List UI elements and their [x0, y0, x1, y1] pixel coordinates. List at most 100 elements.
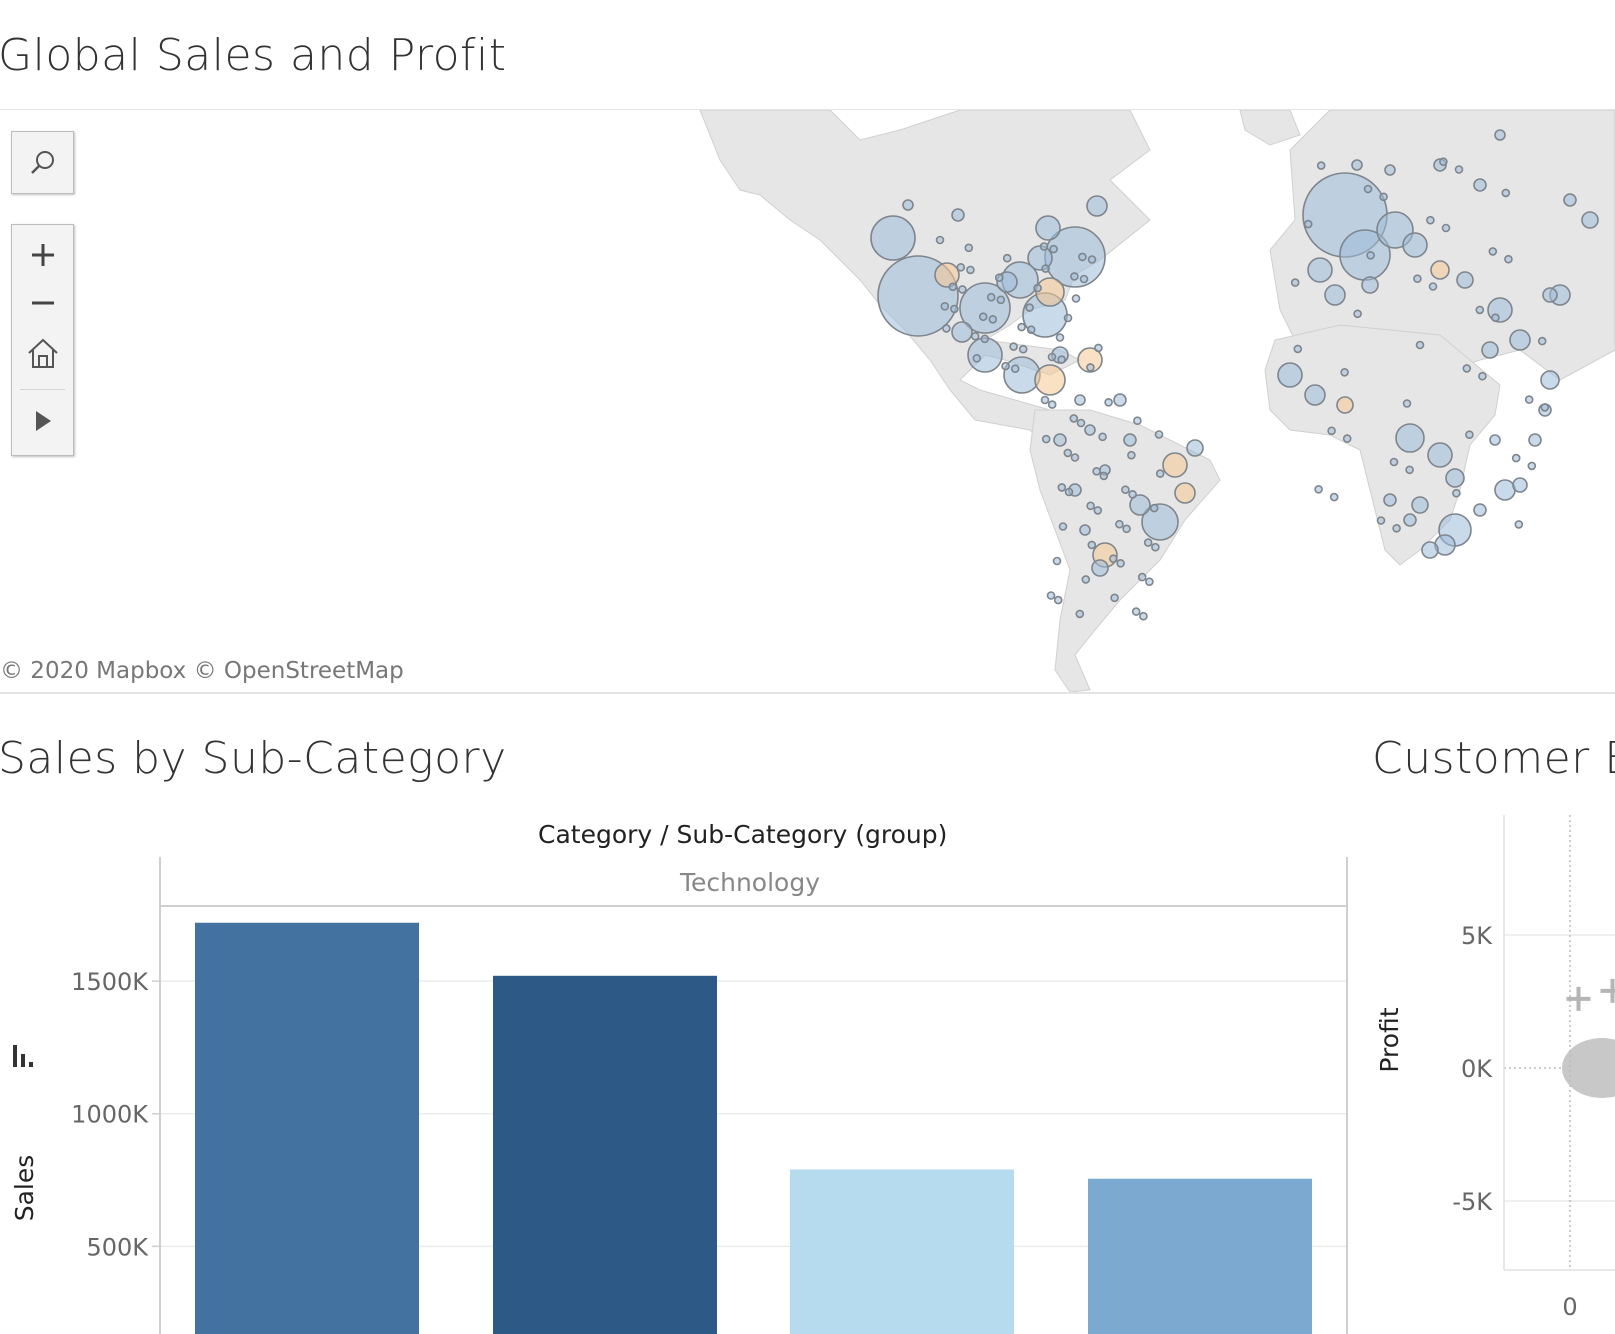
map-marker[interactable]	[1186, 439, 1204, 457]
map-marker[interactable]	[1413, 274, 1422, 283]
map-marker[interactable]	[1540, 403, 1550, 412]
map-marker[interactable]	[1473, 503, 1487, 517]
map-marker[interactable]	[1078, 252, 1087, 262]
map-marker[interactable]	[1509, 329, 1531, 351]
map-marker[interactable]	[870, 215, 916, 261]
map-marker[interactable]	[1329, 492, 1339, 502]
sales-bar-chart[interactable]: 0K500K1000K1500K Technology Sales	[0, 840, 1350, 1334]
map-marker[interactable]	[902, 199, 914, 211]
map-marker[interactable]	[1421, 541, 1439, 559]
zoom-in-button[interactable]	[12, 233, 73, 277]
map-marker[interactable]	[1403, 513, 1417, 527]
map-marker[interactable]	[1081, 575, 1091, 584]
map-marker[interactable]	[1307, 257, 1333, 283]
map-marker[interactable]	[1324, 284, 1346, 306]
map-marker[interactable]	[1058, 522, 1068, 531]
map-marker[interactable]	[1003, 356, 1041, 394]
map-marker[interactable]	[1076, 418, 1086, 428]
map-marker[interactable]	[988, 315, 998, 324]
map-marker[interactable]	[1277, 362, 1303, 388]
map-marker[interactable]	[1025, 303, 1034, 312]
map-search-button[interactable]	[12, 132, 73, 193]
map-marker[interactable]	[1528, 433, 1542, 447]
map-marker[interactable]	[1113, 393, 1127, 407]
map-marker[interactable]	[1361, 276, 1379, 294]
map-marker[interactable]	[978, 312, 988, 321]
map-marker[interactable]	[1070, 453, 1080, 462]
map-marker[interactable]	[1524, 395, 1534, 404]
map-marker[interactable]	[1363, 184, 1373, 194]
map-marker[interactable]	[1087, 255, 1097, 264]
map-marker[interactable]	[1053, 595, 1063, 605]
map-marker[interactable]	[1039, 242, 1049, 251]
map-marker[interactable]	[1405, 465, 1414, 475]
map-marker[interactable]	[950, 304, 959, 314]
map-marker[interactable]	[1384, 164, 1396, 176]
map-marker[interactable]	[1389, 457, 1399, 467]
map-marker[interactable]	[1149, 503, 1159, 513]
map-marker[interactable]	[1143, 538, 1153, 547]
map-marker[interactable]	[1411, 496, 1429, 514]
map-marker[interactable]	[1104, 397, 1113, 407]
map-marker[interactable]	[1456, 271, 1474, 289]
map-marker[interactable]	[1074, 394, 1086, 406]
map-canvas[interactable]	[0, 110, 1615, 692]
map-marker[interactable]	[1465, 430, 1474, 440]
map-marker[interactable]	[1071, 294, 1081, 303]
map-marker[interactable]	[1540, 370, 1560, 390]
map-marker[interactable]	[1047, 400, 1057, 409]
map-marker[interactable]	[1026, 325, 1036, 334]
map-marker[interactable]	[1304, 384, 1326, 406]
map-marker[interactable]	[1514, 520, 1524, 529]
map-marker[interactable]	[1041, 264, 1050, 273]
map-marker[interactable]	[1351, 159, 1363, 171]
map-marker[interactable]	[1064, 487, 1074, 497]
map-marker[interactable]	[1488, 247, 1498, 256]
map-marker[interactable]	[1139, 611, 1148, 621]
map-marker[interactable]	[1481, 341, 1499, 359]
customer-scatter-chart[interactable]: 5K 0K -5K 0 Profit	[1370, 810, 1615, 1334]
map-marker[interactable]	[986, 292, 996, 302]
map-marker[interactable]	[1053, 433, 1067, 447]
map-marker[interactable]	[1581, 211, 1599, 229]
map-marker[interactable]	[994, 273, 1004, 282]
map-marker[interactable]	[1040, 395, 1050, 405]
map-marker[interactable]	[1034, 364, 1066, 396]
map-marker[interactable]	[1115, 519, 1124, 529]
expand-toolbar-button[interactable]	[12, 395, 73, 447]
map-marker[interactable]	[1010, 364, 1020, 374]
map-marker[interactable]	[956, 263, 966, 272]
map-marker[interactable]	[966, 265, 975, 275]
map-marker[interactable]	[1537, 336, 1547, 346]
map-marker[interactable]	[1174, 482, 1196, 504]
map-marker[interactable]	[1402, 399, 1412, 408]
map-marker[interactable]	[942, 324, 951, 333]
map-marker[interactable]	[948, 282, 958, 292]
map-marker[interactable]	[1494, 479, 1516, 501]
map-marker[interactable]	[1098, 432, 1107, 442]
map-marker[interactable]	[1427, 442, 1453, 468]
map-marker[interactable]	[1527, 461, 1537, 471]
map-marker[interactable]	[1121, 485, 1130, 495]
map-marker[interactable]	[1052, 556, 1062, 566]
map-marker[interactable]	[1336, 396, 1354, 414]
map-marker[interactable]	[1151, 542, 1160, 552]
map-marker[interactable]	[1084, 424, 1096, 436]
bar[interactable]	[1088, 1178, 1312, 1334]
map-marker[interactable]	[1099, 471, 1109, 481]
scatter-point[interactable]	[1600, 978, 1615, 1003]
map-marker[interactable]	[1122, 524, 1131, 534]
map-marker[interactable]	[1091, 559, 1109, 577]
map-marker[interactable]	[1035, 215, 1061, 241]
map-marker[interactable]	[1109, 554, 1118, 564]
map-marker[interactable]	[967, 337, 1003, 373]
map-marker[interactable]	[1128, 489, 1137, 499]
map-marker[interactable]	[1428, 282, 1438, 291]
map-marker[interactable]	[1441, 223, 1451, 233]
map-marker[interactable]	[1094, 343, 1103, 353]
bar[interactable]	[195, 922, 419, 1334]
map-marker[interactable]	[1079, 524, 1091, 536]
map-marker[interactable]	[951, 321, 973, 343]
map-marker[interactable]	[1314, 484, 1323, 494]
map-marker[interactable]	[1154, 430, 1164, 439]
